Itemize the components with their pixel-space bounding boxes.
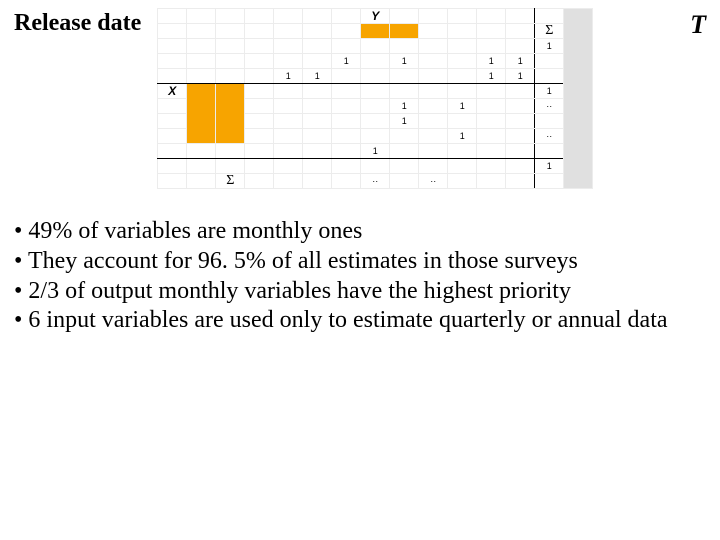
- orange-cell: [361, 24, 390, 39]
- list-item: 6 input variables are used only to estim…: [14, 306, 706, 336]
- bullet-list: 49% of variables are monthly ones They a…: [14, 217, 706, 336]
- cell-one: 1: [390, 54, 419, 69]
- list-item: 49% of variables are monthly ones: [14, 217, 706, 247]
- sigma-top: Σ: [535, 24, 564, 39]
- y-label: Y: [361, 9, 390, 24]
- cell-one: 1: [506, 69, 535, 84]
- cell-one: 1: [477, 54, 506, 69]
- orange-cell: [390, 24, 419, 39]
- t-label: T: [666, 8, 706, 40]
- cell-dots: ··: [361, 174, 390, 189]
- orange-block: [187, 84, 216, 144]
- cell-dots: ··: [535, 99, 564, 114]
- cell-one: 1: [390, 114, 419, 129]
- cell-one: 1: [448, 129, 477, 144]
- cell-one: 1: [535, 39, 564, 54]
- cell-one: 1: [332, 54, 361, 69]
- cell-one: 1: [477, 69, 506, 84]
- grey-column: [564, 9, 593, 189]
- cell-one: 1: [535, 159, 564, 174]
- cell-one: 1: [390, 99, 419, 114]
- cell-one: 1: [535, 84, 564, 99]
- release-date-label: Release date: [14, 8, 149, 37]
- cell-dots: ··: [419, 174, 448, 189]
- list-item: 2/3 of output monthly variables have the…: [14, 277, 706, 307]
- cell-one: 1: [303, 69, 332, 84]
- list-item: They account for 96. 5% of all estimates…: [14, 247, 706, 277]
- cell-one: 1: [274, 69, 303, 84]
- sigma-bottom: Σ: [216, 174, 245, 189]
- grid-wrapper: Y Σ 1 1 1: [149, 8, 666, 189]
- data-grid: Y Σ 1 1 1: [157, 8, 593, 189]
- orange-block: [216, 84, 245, 144]
- top-row: Release date Y Σ 1: [14, 8, 706, 189]
- x-label: X: [158, 84, 187, 99]
- cell-one: 1: [448, 99, 477, 114]
- cell-one: 1: [361, 144, 390, 159]
- cell-one: 1: [506, 54, 535, 69]
- cell-dots: ··: [535, 129, 564, 144]
